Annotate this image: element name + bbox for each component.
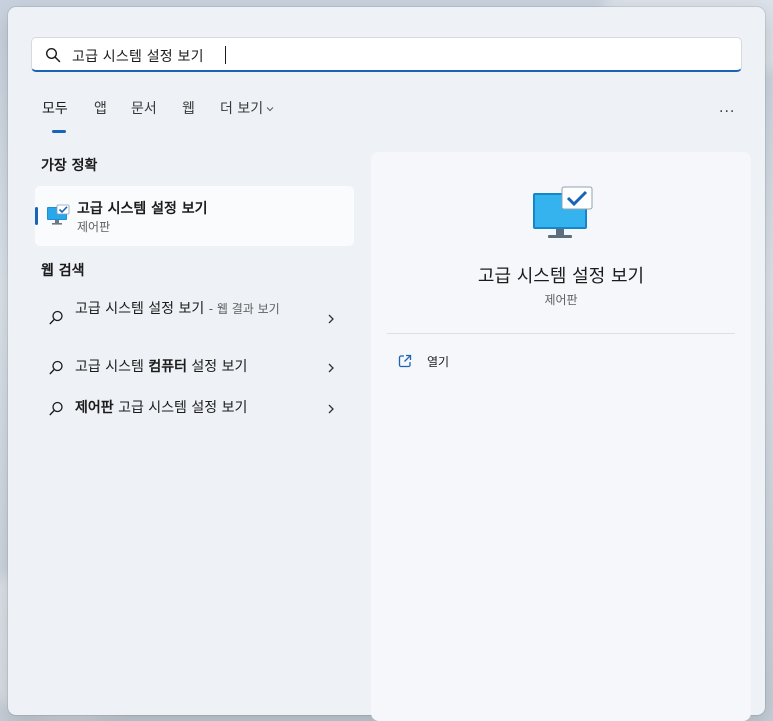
web-result-query: 고급 시스템 설정 보기 (75, 301, 205, 317)
web-result-suffix: - 웹 결과 보기 (208, 302, 280, 316)
control-panel-icon (47, 204, 70, 225)
tab-all[interactable]: 모두 (42, 98, 68, 118)
best-match-subtitle: 제어판 (77, 220, 111, 234)
search-input[interactable]: 고급 시스템 설정 보기 (31, 37, 742, 72)
search-icon (49, 401, 63, 416)
web-result-item[interactable]: 고급 시스템 설정 보기 - 웹 결과 보기 (35, 297, 354, 345)
start-search-panel: 고급 시스템 설정 보기 모두 앱 문서 웹 더 보기 ··· 가장 정확 고급… (8, 7, 765, 721)
search-icon (49, 310, 63, 325)
chevron-right-icon (328, 363, 334, 373)
divider (387, 333, 735, 334)
selection-indicator (35, 207, 38, 225)
web-result-text: 고급 시스템 설정 보기 - 웹 결과 보기 (75, 299, 290, 319)
active-tab-indicator (52, 130, 66, 133)
web-result-text: 제어판 고급 시스템 설정 보기 (75, 398, 290, 418)
web-result-suffix: 고급 시스템 설정 보기 (113, 400, 248, 416)
best-match-heading: 가장 정확 (41, 158, 98, 174)
web-result-suffix: 설정 보기 (186, 359, 248, 375)
chevron-down-icon (266, 107, 274, 112)
detail-pane: 고급 시스템 설정 보기 제어판 열기 (371, 152, 751, 721)
search-query: 고급 시스템 설정 보기 (72, 49, 204, 65)
web-result-text: 고급 시스템 컴퓨터 설정 보기 (75, 357, 290, 377)
tab-apps[interactable]: 앱 (94, 98, 107, 118)
web-result-prefix: 고급 시스템 (75, 359, 149, 375)
chevron-right-icon (328, 404, 334, 414)
web-search-heading: 웹 검색 (41, 263, 85, 279)
chevron-right-icon (328, 314, 334, 324)
web-result-bold: 제어판 (75, 400, 114, 416)
tab-more[interactable]: 더 보기 (220, 98, 274, 118)
open-label: 열기 (427, 355, 450, 369)
best-match-title: 고급 시스템 설정 보기 (77, 201, 208, 217)
search-icon (45, 47, 61, 63)
tab-web[interactable]: 웹 (182, 98, 195, 118)
detail-subtitle: 제어판 (544, 293, 578, 307)
search-icon (49, 360, 63, 375)
best-match-item[interactable]: 고급 시스템 설정 보기 제어판 (35, 186, 354, 246)
tab-more-label: 더 보기 (220, 101, 264, 117)
control-panel-icon (533, 186, 593, 238)
web-result-bold: 컴퓨터 (148, 359, 187, 375)
web-result-item[interactable]: 제어판 고급 시스템 설정 보기 (35, 398, 354, 422)
web-result-item[interactable]: 고급 시스템 컴퓨터 설정 보기 (35, 357, 354, 381)
detail-title: 고급 시스템 설정 보기 (477, 266, 645, 287)
text-caret (225, 46, 226, 64)
more-options-button[interactable]: ··· (719, 104, 735, 120)
tab-documents[interactable]: 문서 (131, 98, 157, 118)
open-external-icon (398, 354, 412, 368)
